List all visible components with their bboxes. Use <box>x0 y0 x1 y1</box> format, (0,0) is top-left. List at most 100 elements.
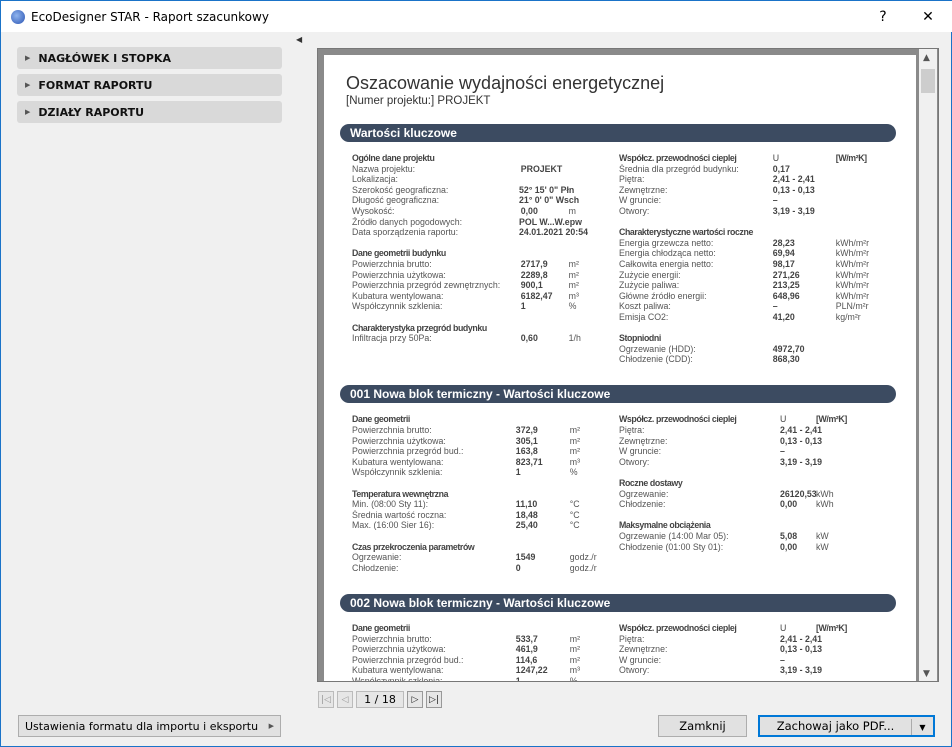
data-row-label: Chłodzenie: <box>352 562 399 573</box>
data-row-label: Powierzchnia użytkowa: <box>352 435 446 446</box>
group-title-label: Roczne dostawy <box>619 478 683 489</box>
group-title-label: Charakterystyczne wartości roczne <box>619 227 753 238</box>
help-button[interactable]: ? <box>861 1 905 32</box>
save-pdf-button[interactable]: Zachowaj jako PDF... ▼ <box>758 715 935 737</box>
data-row-unit: m² <box>569 654 581 665</box>
group-title-label: Temperatura wewnętrzna <box>352 488 449 499</box>
data-row: Kubatura wentylowana: 1247,22 m³ <box>352 665 607 676</box>
data-row-unit: % <box>569 675 578 682</box>
data-row-value: 0,00 <box>780 499 798 510</box>
data-row-unit: m² <box>568 280 579 291</box>
data-row: Zewnętrzne: 0,13 - 0,13 <box>619 436 874 447</box>
data-row-value: 2,41 - 2,41 <box>772 174 815 185</box>
data-row-label: Powierzchnia brutto: <box>352 633 432 644</box>
group-title-value <box>516 542 570 553</box>
data-row-unit: kWh <box>816 499 834 510</box>
data-row: Data sporządzenia raportu: 24.01.2021 20:… <box>352 227 607 238</box>
data-row-value: 0,13 - 0,13 <box>780 644 823 655</box>
report-title: Oszacowanie wydajności energetycznej <box>346 73 665 93</box>
close-button[interactable]: Zamknij <box>658 715 747 737</box>
import-export-settings-button[interactable]: Ustawienia formatu dla importu i eksport… <box>18 715 281 737</box>
data-row: Szerokość geograficzna: 52° 15' 0" Płn <box>352 185 607 196</box>
group-title: Współcz. przewodności cieplej U [W/m²K] <box>619 153 874 164</box>
data-row-label: Źródło danych pogodowych: <box>352 216 463 227</box>
data-row-value: 823,71 <box>515 456 543 467</box>
data-row-unit: kWh/m²r <box>835 237 870 248</box>
group-title-unit <box>570 542 607 553</box>
section-body: Dane geometrii Powierzchnia brutto: 372,9 m… <box>340 414 896 584</box>
group-title-value <box>516 623 570 634</box>
group-title-label: Maksymalne obciążenia <box>619 520 711 531</box>
data-row-value: – <box>772 195 778 206</box>
data-row-value: 0,60 <box>520 333 538 344</box>
group-title-label: Dane geometrii <box>352 414 410 425</box>
data-row-value: 305,1 <box>515 435 538 446</box>
data-row-label: Główne źródło energii: <box>619 290 707 301</box>
data-row-value: 114,6 <box>515 654 538 665</box>
data-row: Zużycie paliwa: 213,25 kWh/m²r <box>619 280 874 291</box>
data-row-label: Zużycie paliwa: <box>619 280 680 291</box>
data-row-value: 0,13 - 0,13 <box>772 184 815 195</box>
section-header: Wartości kluczowe <box>340 124 896 142</box>
data-row: Chłodzenie (CDD): 868,30 <box>619 354 874 365</box>
section-body: Dane geometrii Powierzchnia brutto: 533,7 m… <box>340 623 896 682</box>
group-title-unit <box>569 323 607 334</box>
data-row-value: 900,1 <box>520 280 543 291</box>
data-row-unit: godz./r <box>569 562 597 573</box>
page-indicator[interactable]: 1 / 18 <box>356 691 404 708</box>
scroll-up-icon[interactable]: ▲ <box>923 53 930 63</box>
sidebar-item-label: FORMAT RAPORTU <box>38 78 153 92</box>
group-title-unit <box>816 520 856 531</box>
data-row-label: W gruncie: <box>619 654 662 665</box>
scrollbar-thumb[interactable] <box>921 69 935 93</box>
window-title: EcoDesigner STAR - Raport szacunkowy <box>31 9 269 24</box>
data-row: Ogrzewanie: 1549 godz./r <box>352 552 607 563</box>
data-row-unit <box>836 206 874 217</box>
data-row-unit: °C <box>569 509 580 520</box>
report-sections: Wartości kluczowe Ogólne dane projektu Naz… <box>340 124 896 682</box>
sidebar-item-label: DZIAŁY RAPORTU <box>38 105 145 119</box>
prev-page-button[interactable]: ◁ <box>337 691 353 708</box>
group-title-unit: [W/m²K] <box>816 414 847 425</box>
data-row-label: Zewnętrzne: <box>619 184 668 195</box>
data-group: Współcz. przewodności cieplej U [W/m²K] Pię… <box>619 623 874 676</box>
data-row-unit <box>816 436 856 447</box>
first-page-button[interactable]: |◁ <box>318 691 334 708</box>
data-row-unit <box>569 217 607 228</box>
save-pdf-label: Zachowaj jako PDF... <box>776 719 895 733</box>
data-row-label: Min. (08:00 Sty 11): <box>352 499 429 510</box>
group-title-value <box>516 489 570 500</box>
sidebar-item-report-sections[interactable]: ▶ DZIAŁY RAPORTU <box>17 101 282 123</box>
data-row-value: 213,25 <box>772 280 800 291</box>
collapse-panel-icon[interactable]: ◀ <box>296 35 302 44</box>
scroll-down-icon[interactable]: ▼ <box>923 669 930 679</box>
data-row: Powierzchnia brutto: 533,7 m² <box>352 634 607 645</box>
last-page-button[interactable]: ▷| <box>426 691 442 708</box>
data-row: W gruncie: – <box>619 446 874 457</box>
dropdown-arrow-icon[interactable]: ▼ <box>911 719 933 735</box>
data-row: Nazwa projektu: PROJEKT <box>352 164 607 175</box>
next-page-button[interactable]: ▷ <box>407 691 423 708</box>
group-title-unit <box>836 333 874 344</box>
data-row-label: W gruncie: <box>619 446 662 457</box>
group-title-unit <box>570 489 607 500</box>
group-title-value <box>780 520 816 531</box>
data-row: Chłodzenie (01:00 Sty 01): 0,00 kW <box>619 542 874 553</box>
group-title-value <box>780 478 816 489</box>
data-row: Zużycie energii: 271,26 kWh/m²r <box>619 270 874 281</box>
data-row: Ogrzewanie (14:00 Mar 05): 5,08 kW <box>619 531 874 542</box>
data-row-label: Piętra: <box>619 174 645 185</box>
close-window-button[interactable]: ✕ <box>906 1 950 32</box>
sidebar-item-report-format[interactable]: ▶ FORMAT RAPORTU <box>17 74 282 96</box>
data-row-label: Ogrzewanie (HDD): <box>619 343 696 354</box>
vertical-scrollbar[interactable]: ▲ ▼ <box>919 49 937 681</box>
data-row-value: 4972,70 <box>772 343 805 354</box>
data-row-label: Powierzchnia przegród bud.: <box>352 654 464 665</box>
data-row-label: Emisja CO2: <box>619 311 669 322</box>
data-row-unit: m² <box>569 446 581 457</box>
data-row: Piętra: 2,41 - 2,41 <box>619 174 874 185</box>
data-row-unit <box>569 185 607 196</box>
sidebar-item-header-footer[interactable]: ▶ NAGŁÓWEK I STOPKA <box>17 47 282 69</box>
data-row-unit: m² <box>568 269 579 280</box>
data-row-label: Energia chłodząca netto: <box>619 248 716 259</box>
